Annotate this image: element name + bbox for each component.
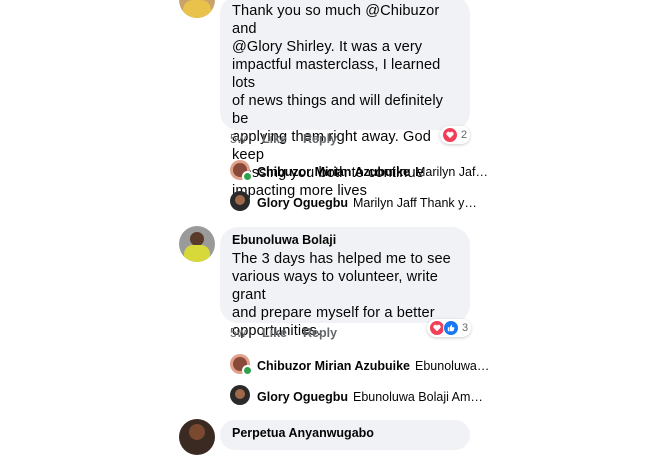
avatar[interactable] <box>230 385 250 405</box>
comment-timestamp[interactable]: 5w <box>230 326 246 340</box>
love-icon <box>442 127 458 143</box>
reaction-count: 2 <box>461 129 468 141</box>
comment-author[interactable]: Ebunoluwa Bolaji <box>232 233 458 248</box>
reply-author[interactable]: Glory Oguegbu <box>257 390 348 404</box>
reply-snippet: Marilyn Jaf… <box>415 165 488 179</box>
reply-author[interactable]: Chibuzor Mirian Azubuike <box>257 165 410 179</box>
like-icon <box>443 320 459 336</box>
avatar[interactable] <box>230 160 253 182</box>
avatar[interactable] <box>179 419 215 455</box>
reply-preview[interactable]: Chibuzor Mirian Azubuike Ebunoluwa… <box>257 354 489 378</box>
reply-author[interactable]: Glory Oguegbu <box>257 196 348 210</box>
comment-bubble: Thank you so much @Chibuzor and @Glory S… <box>220 0 470 199</box>
comment-bubble: Perpetua Anyanwugabo <box>220 420 470 450</box>
reply-button[interactable]: Reply <box>303 132 337 146</box>
reply-preview[interactable]: Glory Oguegbu Ebunoluwa Bolaji Amaz… <box>257 385 483 409</box>
avatar[interactable] <box>230 354 253 376</box>
comment-bubble: Ebunoluwa Bolaji The 3 days has helped m… <box>220 227 470 339</box>
like-button[interactable]: Like <box>262 132 287 146</box>
comment-author[interactable]: Perpetua Anyanwugabo <box>232 426 458 441</box>
avatar[interactable] <box>179 226 215 262</box>
online-status-icon <box>242 365 253 376</box>
reaction-count: 3 <box>462 322 469 334</box>
reply-preview[interactable]: Chibuzor Mirian Azubuike Marilyn Jaf… <box>257 160 488 184</box>
online-status-icon <box>242 171 253 182</box>
reply-snippet: Ebunoluwa… <box>415 359 490 373</box>
like-button[interactable]: Like <box>262 326 287 340</box>
comment-timestamp[interactable]: 5w <box>230 132 246 146</box>
reaction-summary[interactable]: 2 <box>440 126 471 144</box>
comment-actions: 5w Like Reply <box>230 326 337 340</box>
avatar[interactable] <box>179 0 215 18</box>
comment-actions: 5w Like Reply <box>230 132 337 146</box>
reply-preview[interactable]: Glory Oguegbu Marilyn Jaff Thank you … <box>257 191 483 215</box>
reply-snippet: Marilyn Jaff Thank you … <box>352 196 483 210</box>
reaction-summary[interactable]: 3 <box>427 319 472 337</box>
reply-author[interactable]: Chibuzor Mirian Azubuike <box>257 359 410 373</box>
avatar[interactable] <box>230 191 250 211</box>
reply-snippet: Ebunoluwa Bolaji Amaz… <box>352 390 483 404</box>
reply-button[interactable]: Reply <box>303 326 337 340</box>
